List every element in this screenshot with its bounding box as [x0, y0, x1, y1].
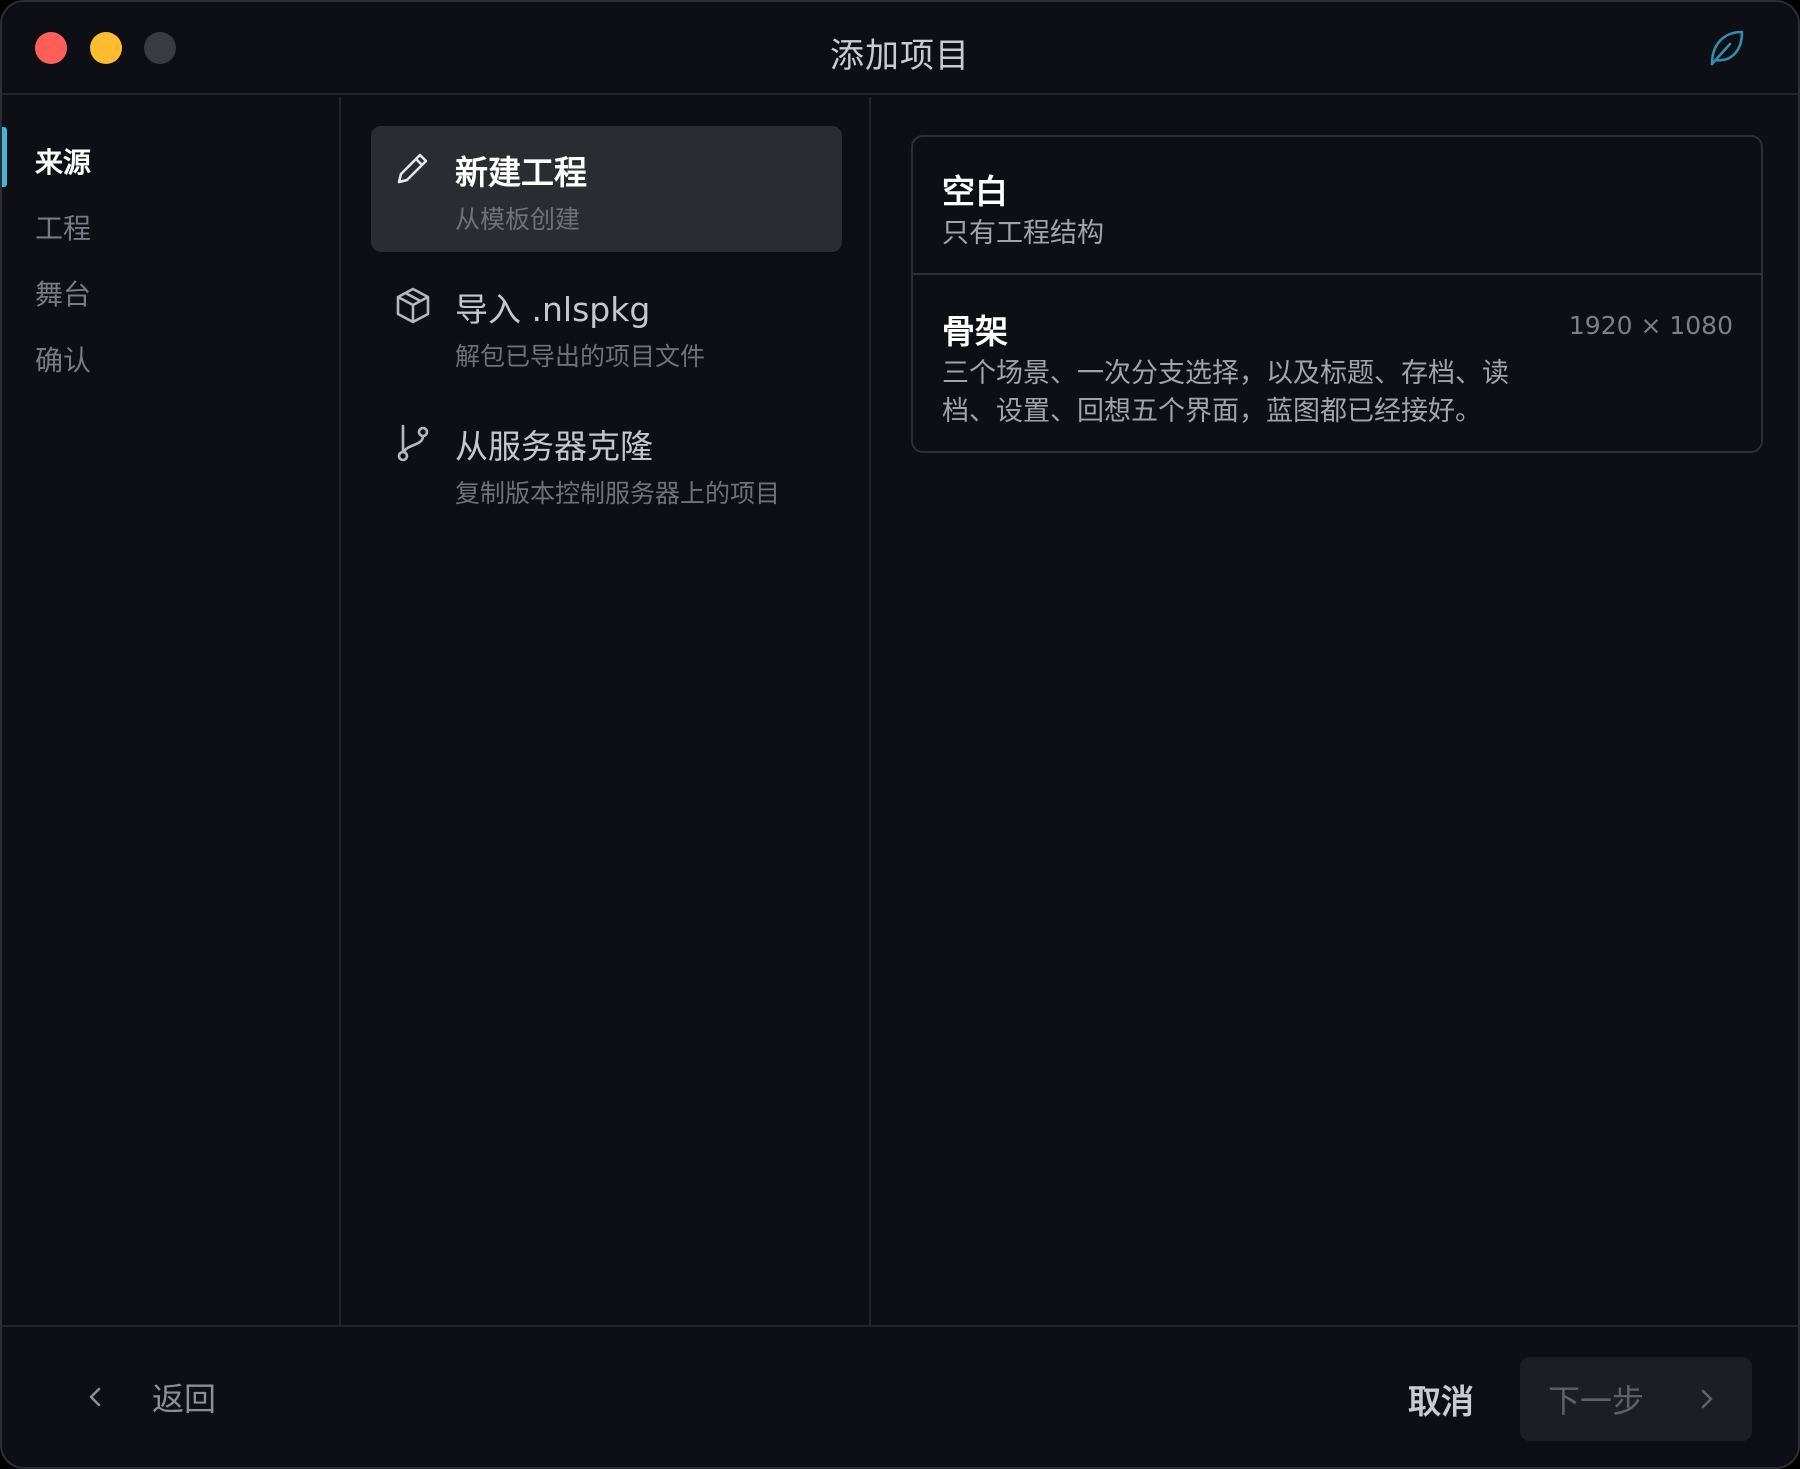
step-stage[interactable]: 舞台 — [35, 273, 91, 313]
source-title: 新建工程 — [455, 153, 587, 192]
git-branch-icon — [397, 424, 429, 462]
template-panel: 空白 只有工程结构 骨架 1920 × 1080 三个场景、一次分支选择，以及标… — [873, 97, 1798, 1327]
step-confirm[interactable]: 确认 — [35, 339, 91, 379]
step-source[interactable]: 来源 — [35, 141, 91, 181]
leaf-icon — [1710, 30, 1744, 66]
source-subtitle: 复制版本控制服务器上的项目 — [455, 479, 781, 508]
source-new-project[interactable]: 新建工程 从模板创建 — [371, 126, 842, 252]
window-title: 添加项目 — [830, 36, 970, 76]
next-button[interactable]: 下一步 — [1520, 1357, 1752, 1441]
cancel-button[interactable]: 取消 — [1408, 1369, 1474, 1429]
step-sidebar: 来源 工程 舞台 确认 — [2, 97, 341, 1327]
add-project-window: 添加项目 来源 工程 舞台 确认 新建工程 从模板创建 导入 .nlspkg 解… — [0, 0, 1800, 1469]
package-icon — [396, 287, 430, 324]
step-project[interactable]: 工程 — [35, 207, 91, 247]
chevron-left-icon — [89, 1387, 101, 1407]
template-description: 只有工程结构 — [942, 218, 1104, 249]
source-title: 导入 .nlspkg — [455, 290, 651, 329]
active-step-indicator — [2, 127, 7, 187]
source-subtitle: 解包已导出的项目文件 — [455, 342, 706, 371]
back-label: 返回 — [152, 1380, 217, 1418]
template-list: 空白 只有工程结构 骨架 1920 × 1080 三个场景、一次分支选择，以及标… — [911, 135, 1763, 453]
next-label: 下一步 — [1548, 1382, 1645, 1420]
template-resolution: 1920 × 1080 — [1568, 311, 1733, 340]
chevron-right-icon — [1701, 1389, 1713, 1409]
footer-bar: 返回 取消 下一步 — [2, 1325, 1798, 1467]
source-subtitle: 从模板创建 — [455, 205, 581, 234]
pencil-icon — [397, 153, 428, 184]
source-title: 从服务器克隆 — [455, 427, 653, 466]
back-button[interactable]: 返回 — [80, 1367, 216, 1427]
template-name: 空白 — [942, 172, 1008, 211]
title-bar: 添加项目 — [2, 2, 1798, 95]
source-import-package[interactable]: 导入 .nlspkg 解包已导出的项目文件 — [371, 263, 842, 389]
template-skeleton[interactable]: 骨架 1920 × 1080 三个场景、一次分支选择，以及标题、存档、读档、设置… — [913, 277, 1761, 451]
template-name: 骨架 — [942, 312, 1008, 351]
source-list: 新建工程 从模板创建 导入 .nlspkg 解包已导出的项目文件 从服务器克隆 … — [343, 97, 871, 1327]
template-blank[interactable]: 空白 只有工程结构 — [913, 137, 1761, 275]
template-description: 三个场景、一次分支选择，以及标题、存档、读档、设置、回想五个界面，蓝图都已经接好… — [942, 358, 1509, 427]
source-clone-server[interactable]: 从服务器克隆 复制版本控制服务器上的项目 — [371, 400, 842, 526]
